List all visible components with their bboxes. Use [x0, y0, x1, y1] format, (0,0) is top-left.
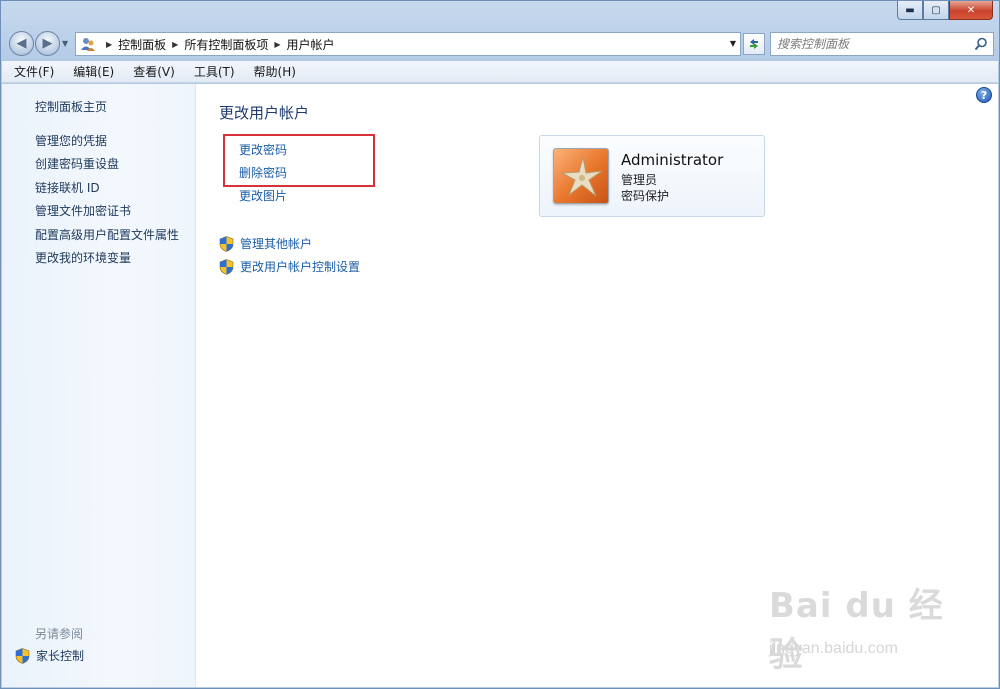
uac-settings-label: 更改用户帐户控制设置	[240, 260, 361, 274]
address-dropdown-icon[interactable]: ▼	[730, 39, 736, 48]
account-status: 密码保护	[621, 189, 670, 203]
search-icon[interactable]	[974, 37, 988, 51]
page-title: 更改用户帐户	[219, 104, 310, 122]
manage-other-accounts-link[interactable]: 管理其他帐户	[219, 235, 312, 252]
highlight-annotation	[223, 134, 375, 187]
sidebar-link-parental-controls[interactable]: 家长控制	[15, 647, 84, 664]
menu-view[interactable]: 查看(V)	[131, 62, 177, 81]
search-box	[770, 32, 994, 56]
change-picture-link[interactable]: 更改图片	[239, 187, 287, 204]
sidebar-link-home[interactable]: 控制面板主页	[35, 98, 107, 115]
menu-bar: 文件(F) 编辑(E) 查看(V) 工具(T) 帮助(H)	[2, 61, 998, 83]
account-role: 管理员	[621, 173, 658, 187]
navigation-bar: ◀ ▶ ▼ ▶ 控制面板 ▶ 所有控制面板项 ▶ 用户帐户 ▼	[7, 30, 995, 58]
forward-button[interactable]: ▶	[35, 31, 60, 56]
account-card: Administrator 管理员 密码保护	[539, 135, 765, 217]
sidebar-link-profile-properties[interactable]: 配置高级用户配置文件属性	[35, 226, 179, 243]
refresh-button[interactable]	[743, 33, 765, 55]
breadcrumb-separator-icon[interactable]: ▶	[106, 40, 112, 49]
see-also-heading: 另请参阅	[35, 627, 84, 641]
starfish-icon	[560, 156, 603, 197]
menu-help[interactable]: 帮助(H)	[252, 62, 298, 81]
window-controls: ▬ ▢ ✕	[897, 1, 993, 20]
breadcrumb-separator-icon[interactable]: ▶	[172, 40, 178, 49]
shield-icon	[219, 235, 234, 252]
sidebar-link-online-id[interactable]: 链接联机 ID	[35, 179, 100, 196]
shield-icon	[219, 258, 234, 275]
watermark-url: jingyan.baidu.com	[769, 640, 898, 657]
search-input[interactable]	[777, 37, 973, 51]
watermark: Bai du 经验 jingyan.baidu.com	[769, 578, 964, 675]
minimize-button[interactable]: ▬	[897, 1, 923, 20]
uac-settings-link[interactable]: 更改用户帐户控制设置	[219, 258, 360, 275]
close-button[interactable]: ✕	[949, 1, 993, 20]
breadcrumb-user-accounts[interactable]: 用户帐户	[287, 36, 335, 53]
account-name: Administrator	[621, 151, 724, 169]
sidebar-link-encryption-certs[interactable]: 管理文件加密证书	[35, 202, 131, 219]
parental-controls-label: 家长控制	[36, 649, 85, 663]
forward-arrow-icon: ▶	[42, 36, 53, 51]
watermark-logo: Bai du 经验	[769, 586, 944, 675]
sidebar-link-reset-disk[interactable]: 创建密码重设盘	[35, 155, 119, 172]
sidebar-link-env-variables[interactable]: 更改我的环境变量	[35, 249, 131, 266]
menu-edit[interactable]: 编辑(E)	[71, 62, 116, 81]
breadcrumb-separator-icon[interactable]: ▶	[274, 40, 280, 49]
menu-file[interactable]: 文件(F)	[12, 62, 56, 81]
maximize-button[interactable]: ▢	[923, 1, 949, 20]
sidebar: 控制面板主页 管理您的凭据 创建密码重设盘 链接联机 ID 管理文件加密证书 配…	[2, 84, 196, 687]
shield-icon	[15, 647, 30, 664]
breadcrumb-all-items[interactable]: 所有控制面板项	[184, 36, 268, 53]
breadcrumb-control-panel[interactable]: 控制面板	[118, 36, 166, 53]
content-area: 控制面板主页 管理您的凭据 创建密码重设盘 链接联机 ID 管理文件加密证书 配…	[2, 84, 998, 687]
title-bar[interactable]: ▬ ▢ ✕	[1, 1, 999, 29]
back-button[interactable]: ◀	[9, 31, 34, 56]
history-dropdown-icon[interactable]: ▼	[62, 39, 68, 48]
menu-tools[interactable]: 工具(T)	[192, 62, 237, 81]
manage-other-accounts-label: 管理其他帐户	[240, 237, 313, 251]
window: ▬ ▢ ✕ ◀ ▶ ▼ ▶ 控制面板 ▶ 所有控制面板项 ▶ 用户帐户 ▼ 搜索…	[0, 0, 1000, 689]
back-arrow-icon: ◀	[16, 36, 27, 51]
avatar	[553, 148, 609, 204]
user-accounts-icon	[81, 38, 95, 51]
refresh-icon	[750, 39, 758, 49]
sidebar-link-credentials[interactable]: 管理您的凭据	[35, 132, 107, 149]
address-bar[interactable]: ▶ 控制面板 ▶ 所有控制面板项 ▶ 用户帐户 ▼	[75, 32, 741, 56]
help-button[interactable]: ?	[976, 87, 992, 103]
